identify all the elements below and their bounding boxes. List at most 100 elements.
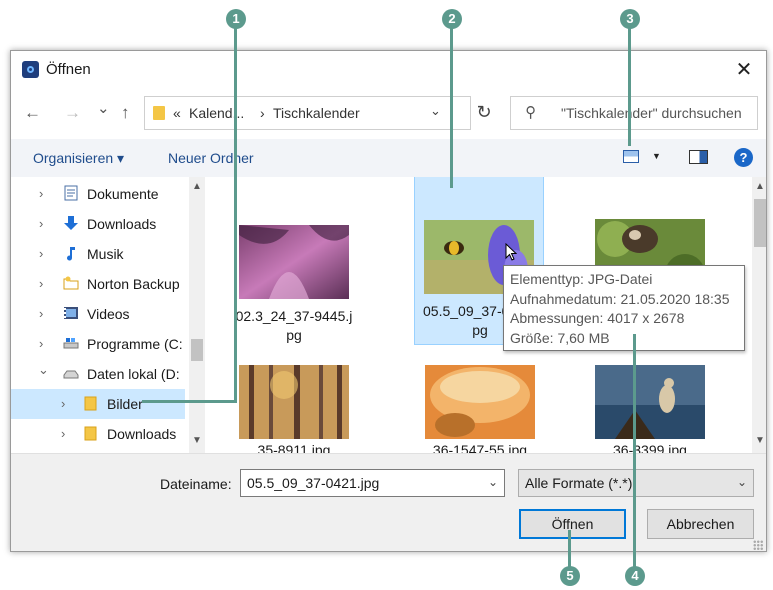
command-bar: Organisieren ▾ Neuer Ordner ▼ ? bbox=[11, 139, 766, 177]
recent-locations-chevron-icon[interactable]: ⌄ bbox=[97, 99, 110, 117]
folder-icon bbox=[153, 106, 165, 120]
callout-5: 5 bbox=[560, 566, 580, 586]
chevron-right-icon[interactable]: › bbox=[39, 336, 43, 351]
drive-icon bbox=[63, 370, 79, 379]
sidebar-item-label: Downloads bbox=[107, 426, 177, 442]
scrollbar-thumb[interactable] bbox=[191, 339, 203, 361]
chevron-down-icon[interactable]: ⌄ bbox=[430, 103, 441, 119]
image-thumbnail bbox=[239, 365, 349, 439]
callout-1-line bbox=[234, 28, 237, 402]
organize-menu[interactable]: Organisieren ▾ bbox=[33, 150, 124, 167]
sidebar-item-downloads[interactable]: › Downloads bbox=[11, 209, 185, 239]
cancel-button[interactable]: Abbrechen bbox=[647, 509, 754, 539]
file-list: 02.3_24_37-9445.j pg 05.5_09_37-0 pg 35-… bbox=[207, 177, 766, 453]
tooltip-type: Elementtyp: JPG-Datei bbox=[510, 271, 653, 287]
breadcrumb-overflow[interactable]: « bbox=[173, 105, 181, 121]
sidebar-item-label: Musik bbox=[87, 246, 124, 262]
navigation-pane: › Dokumente › Downloads › Musik › Norton… bbox=[11, 177, 207, 453]
sidebar-item-label: Videos bbox=[87, 306, 130, 322]
navigation-bar: ← → ⌄ ↑ « Kalend... › Tischkalender ⌄ ↻ … bbox=[11, 89, 766, 139]
sidebar-item-label: Daten lokal (D: bbox=[87, 366, 180, 382]
refresh-icon[interactable]: ↻ bbox=[467, 96, 501, 130]
callout-3: 3 bbox=[620, 9, 640, 29]
sidebar-item-programme-c[interactable]: › Programme (C: bbox=[11, 329, 185, 359]
address-bar[interactable]: « Kalend... › Tischkalender ⌄ bbox=[144, 96, 471, 130]
sidebar-scrollbar[interactable]: ▲ ▼ bbox=[189, 177, 205, 453]
chevron-right-icon[interactable]: › bbox=[61, 426, 65, 441]
file-item[interactable]: 36-3399.jpg bbox=[585, 353, 715, 453]
tooltip-size: Größe: 7,60 MB bbox=[510, 329, 610, 346]
callout-1-line-horizontal bbox=[142, 400, 237, 403]
new-folder-button[interactable]: Neuer Ordner bbox=[168, 150, 254, 166]
chevron-down-icon[interactable]: ⌄ bbox=[38, 362, 49, 378]
sidebar-item-label: Dokumente bbox=[87, 186, 159, 202]
scroll-up-icon[interactable]: ▲ bbox=[754, 181, 766, 192]
music-icon bbox=[67, 247, 75, 261]
help-icon[interactable]: ? bbox=[734, 148, 753, 167]
scrollbar-thumb[interactable] bbox=[754, 199, 766, 247]
sidebar-item-musik[interactable]: › Musik bbox=[11, 239, 185, 269]
back-arrow-icon[interactable]: ← bbox=[24, 103, 41, 123]
sidebar-item-dokumente[interactable]: › Dokumente bbox=[11, 179, 185, 209]
image-thumbnail bbox=[425, 365, 535, 439]
file-name: 02.3_24_37-9445.j bbox=[235, 308, 353, 324]
open-button[interactable]: Öffnen bbox=[519, 509, 626, 539]
file-type-value: Alle Formate (*.*) bbox=[525, 475, 633, 491]
file-list-scrollbar[interactable]: ▲ ▼ bbox=[752, 177, 766, 453]
callout-4-line bbox=[633, 334, 636, 567]
drive-icon bbox=[63, 338, 79, 349]
chevron-right-icon[interactable]: › bbox=[39, 216, 43, 231]
up-arrow-icon[interactable]: ↑ bbox=[121, 103, 130, 123]
callout-2-line bbox=[450, 28, 453, 188]
forward-arrow-icon[interactable]: → bbox=[64, 103, 81, 123]
chevron-down-icon[interactable]: ⌄ bbox=[737, 475, 747, 489]
breadcrumb-tischkalender[interactable]: Tischkalender bbox=[273, 105, 360, 121]
file-name: 36-3399.jpg bbox=[613, 442, 687, 453]
sidebar-item-norton-backup[interactable]: › Norton Backup bbox=[11, 269, 185, 299]
image-thumbnail bbox=[595, 365, 705, 439]
chevron-right-icon[interactable]: › bbox=[39, 306, 43, 321]
dialog-title: Öffnen bbox=[46, 61, 91, 78]
scroll-up-icon[interactable]: ▲ bbox=[191, 181, 203, 192]
callout-5-line bbox=[568, 530, 571, 567]
sidebar-item-videos[interactable]: › Videos bbox=[11, 299, 185, 329]
backup-folder-icon bbox=[63, 276, 79, 290]
resize-grip-icon[interactable] bbox=[753, 540, 763, 550]
chevron-down-icon[interactable]: ⌄ bbox=[488, 475, 498, 489]
callout-4: 4 bbox=[625, 566, 645, 586]
scroll-down-icon[interactable]: ▼ bbox=[754, 435, 766, 446]
filename-input[interactable]: 05.5_09_37-0421.jpg ⌄ bbox=[240, 469, 505, 497]
document-icon bbox=[64, 185, 78, 201]
file-item[interactable]: 36-1547-55.jpg bbox=[415, 353, 545, 453]
mouse-cursor-icon bbox=[505, 243, 517, 261]
filename-label: Dateiname: bbox=[160, 476, 232, 492]
view-dropdown-icon[interactable]: ▼ bbox=[652, 151, 661, 161]
search-box[interactable]: ⚲ "Tischkalender" durchsuchen bbox=[510, 96, 758, 130]
view-icon[interactable] bbox=[623, 150, 639, 163]
chevron-right-icon[interactable]: › bbox=[39, 276, 43, 291]
file-name: 35-8911.jpg bbox=[257, 442, 331, 453]
file-item[interactable]: 02.3_24_37-9445.j pg bbox=[229, 185, 359, 355]
sidebar-item-label: Norton Backup bbox=[87, 276, 180, 292]
sidebar-item-bilder[interactable]: › Bilder bbox=[11, 389, 185, 419]
sidebar-item-daten-lokal-d[interactable]: ⌄ Daten lokal (D: bbox=[11, 359, 185, 389]
chevron-right-icon[interactable]: › bbox=[39, 246, 43, 261]
chevron-right-icon[interactable]: › bbox=[61, 396, 65, 411]
file-name: 36-1547-55.jpg bbox=[432, 442, 528, 453]
dialog-footer: Dateiname: 05.5_09_37-0421.jpg ⌄ Alle Fo… bbox=[11, 453, 766, 551]
chevron-right-icon[interactable]: › bbox=[39, 186, 43, 201]
sidebar-item-label: Bilder bbox=[107, 396, 143, 412]
file-item[interactable]: 35-8911.jpg bbox=[229, 353, 359, 453]
callout-3-line bbox=[628, 28, 631, 146]
file-info-tooltip: Elementtyp: JPG-Datei Aufnahmedatum: 21.… bbox=[503, 265, 745, 351]
scroll-down-icon[interactable]: ▼ bbox=[191, 435, 203, 446]
sidebar-item-label: Downloads bbox=[87, 216, 157, 232]
filename-value: 05.5_09_37-0421.jpg bbox=[247, 475, 380, 491]
close-icon[interactable]: ✕ bbox=[732, 57, 756, 82]
callout-1: 1 bbox=[226, 9, 246, 29]
search-icon: ⚲ bbox=[525, 104, 536, 121]
preview-pane-icon[interactable] bbox=[689, 150, 708, 164]
file-type-select[interactable]: Alle Formate (*.*) ⌄ bbox=[518, 469, 754, 497]
video-icon bbox=[64, 307, 78, 319]
sidebar-item-downloads-d[interactable]: › Downloads bbox=[11, 419, 185, 449]
